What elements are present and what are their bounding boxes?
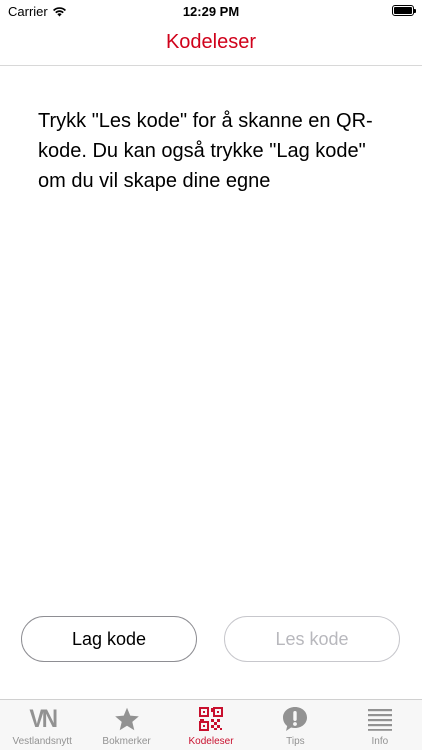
list-icon: [367, 709, 392, 731]
qr-code-icon: [199, 707, 224, 731]
tab-label: Kodeleser: [188, 736, 234, 747]
star-icon: [114, 707, 139, 730]
status-time: 12:29 PM: [182, 4, 240, 19]
navigation-bar: Kodeleser: [0, 22, 422, 66]
exclamation-bubble-icon: [283, 707, 308, 731]
page-title: Kodeleser: [165, 31, 257, 53]
tab-info[interactable]: Info: [338, 700, 422, 750]
vn-logo-icon: VN: [29, 705, 58, 733]
create-code-button[interactable]: Lag kode: [21, 616, 197, 662]
status-bar: Carrier 12:29 PM: [0, 0, 422, 22]
tab-tips[interactable]: Tips: [253, 700, 337, 750]
instructions-text: Trykk "Les kode" for å skanne en QR-kode…: [38, 110, 373, 192]
tab-bar: VN Vestlandsnytt Bokmerker Kodeleser Tip…: [0, 699, 422, 750]
tab-label: Bokmerker: [102, 736, 151, 747]
tab-vestlandsnytt[interactable]: VN Vestlandsnytt: [0, 700, 84, 750]
tab-label: Vestlandsnytt: [12, 736, 72, 747]
read-code-button[interactable]: Les kode: [224, 616, 400, 662]
tab-kodeleser[interactable]: Kodeleser: [169, 700, 253, 750]
tab-label: Tips: [286, 736, 305, 747]
tab-label: Info: [371, 736, 389, 747]
tab-bokmerker[interactable]: Bokmerker: [84, 700, 168, 750]
battery-icon: [392, 5, 416, 16]
